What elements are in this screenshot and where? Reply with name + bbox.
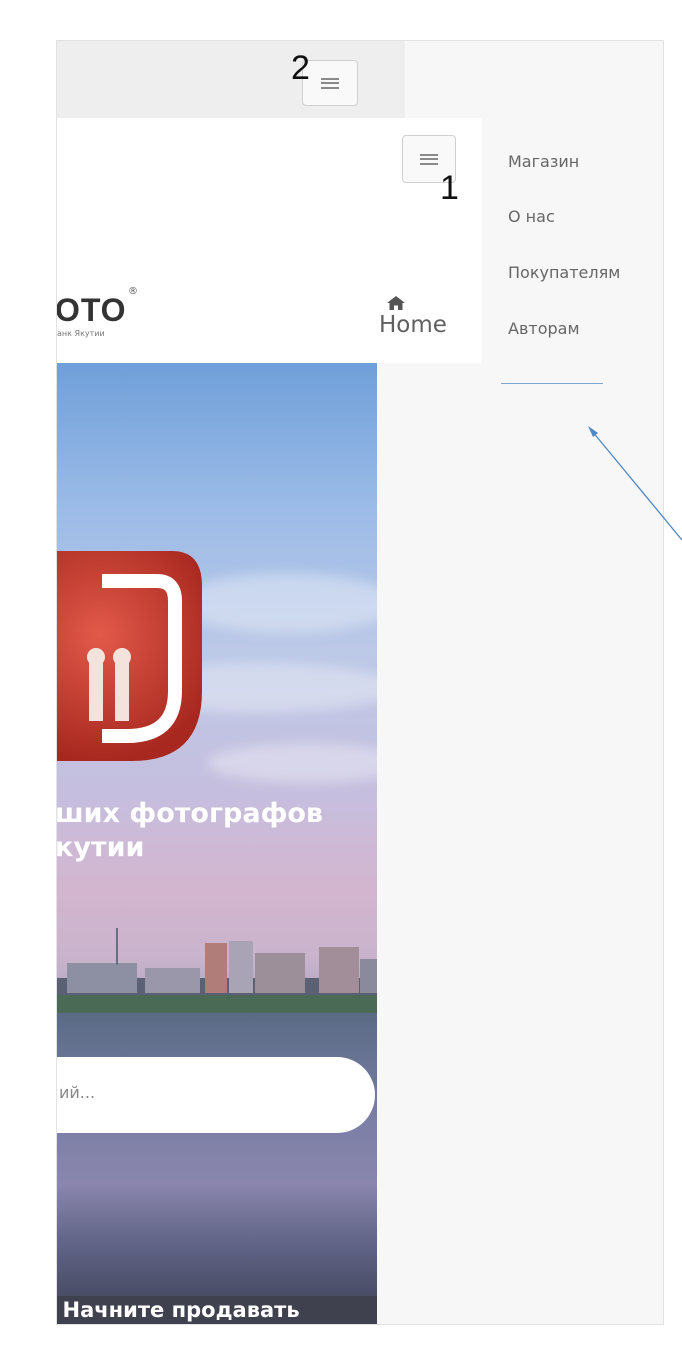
home-label: Home <box>379 312 447 338</box>
annotation-label-2: 2 <box>291 49 310 87</box>
cloud <box>177 573 377 633</box>
cloud <box>207 743 377 783</box>
menu-item-about[interactable]: О нас <box>508 207 555 226</box>
menu-item-buyers[interactable]: Покупателям <box>508 263 620 282</box>
headline-line-1: ших фотографов <box>57 798 324 829</box>
headline-line-2: кутии <box>57 832 145 863</box>
sell-call-to-action[interactable]: ? Начните продавать <box>57 1298 300 1322</box>
search-input[interactable]: ий... <box>57 1057 375 1133</box>
menu-underline <box>501 383 603 384</box>
site-logo-text[interactable]: ОТО <box>57 292 127 329</box>
menu-item-authors[interactable]: Авторам <box>508 319 580 338</box>
logo-tagline: анк Якутии <box>57 329 105 338</box>
home-icon <box>387 296 405 310</box>
hero-headline: ших фотографов кутии <box>57 797 377 865</box>
hamburger-icon <box>321 77 339 89</box>
browser-frame: 2 ОТО ® анк Якутии Home 1 Магазин О нас … <box>56 40 664 1325</box>
home-link[interactable]: Home <box>379 296 447 338</box>
hero-banner: ших фотографов кутии ий... ? Начните про… <box>57 363 377 1324</box>
menu-item-shop[interactable]: Магазин <box>508 152 579 171</box>
annotation-label-1: 1 <box>440 169 459 207</box>
city-skyline <box>57 928 377 1013</box>
hamburger-icon <box>420 153 438 165</box>
search-placeholder: ий... <box>59 1083 96 1102</box>
top-bar-right <box>405 41 663 119</box>
dropdown-menu: Магазин О нас Покупателям Авторам <box>482 118 663 363</box>
registered-mark: ® <box>128 286 138 297</box>
menu-toggle-button-top[interactable] <box>302 60 358 106</box>
brand-logo-emblem <box>57 551 202 761</box>
